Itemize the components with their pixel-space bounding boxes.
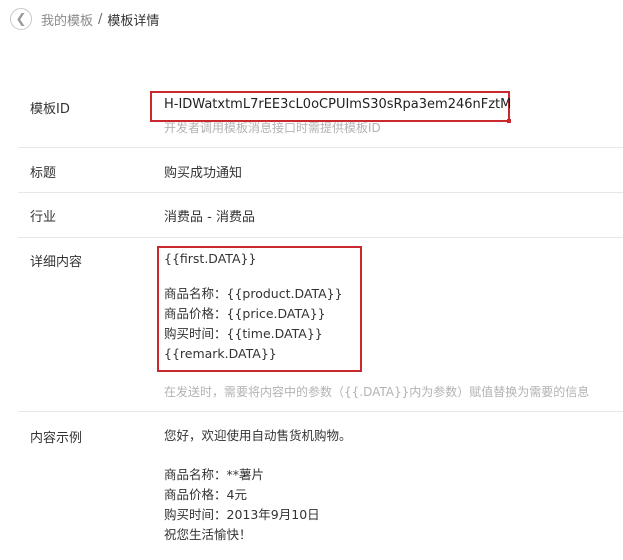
industry-label: 行业: [30, 210, 57, 225]
example-line: 商品名称：**薯片: [164, 467, 265, 482]
example-label: 内容示例: [30, 431, 83, 446]
example-line: 祝您生活愉快！: [164, 527, 252, 542]
back-button[interactable]: ❮: [10, 8, 32, 30]
breadcrumb-current: 模板详情: [107, 13, 160, 29]
example-line: 商品价格：4元: [164, 487, 247, 502]
breadcrumb: 我的模板 / 模板详情: [41, 10, 159, 29]
detail-line: {{first.DATA}}: [164, 251, 257, 266]
page-header: ❮ 我的模板 / 模板详情: [10, 6, 159, 32]
detail-content: {{first.DATA}} 商品名称：{{product.DATA}} 商品价…: [164, 249, 343, 364]
example-line: [164, 446, 352, 466]
chevron-left-icon: ❮: [15, 11, 27, 27]
title-label: 标题: [30, 166, 57, 181]
detail-label: 详细内容: [30, 255, 83, 270]
detail-line: 商品名称：{{product.DATA}}: [164, 286, 343, 301]
detail-line: 商品价格：{{price.DATA}}: [164, 306, 326, 321]
industry-value: 消费品 - 消费品: [164, 210, 255, 225]
breadcrumb-parent-link[interactable]: 我的模板: [41, 10, 93, 29]
example-line: 您好，欢迎使用自动售货机购物。: [164, 428, 352, 443]
title-row: 标题 购买成功通知: [18, 148, 623, 193]
template-id-label: 模板ID: [30, 102, 70, 117]
detail-line: {{remark.DATA}}: [164, 346, 277, 361]
detail-hint: 在发送时，需要将内容中的参数（{{.DATA}}内为参数）赋值替换为需要的信息: [164, 385, 590, 399]
template-id-hint: 开发者调用模板消息接口时需提供模板ID: [164, 121, 381, 135]
template-id-value: H-IDWatxtmL7rEE3cL0oCPUImS30sRpa3em246nF…: [164, 97, 512, 112]
example-content: 您好，欢迎使用自动售货机购物。 商品名称：**薯片 商品价格：4元 购买时间：2…: [164, 426, 352, 545]
breadcrumb-separator: /: [98, 11, 103, 27]
industry-row: 行业 消费品 - 消费品: [18, 193, 623, 238]
detail-line: 购买时间：{{time.DATA}}: [164, 326, 323, 341]
example-line: 购买时间：2013年9月10日: [164, 507, 320, 522]
title-value: 购买成功通知: [164, 166, 243, 181]
